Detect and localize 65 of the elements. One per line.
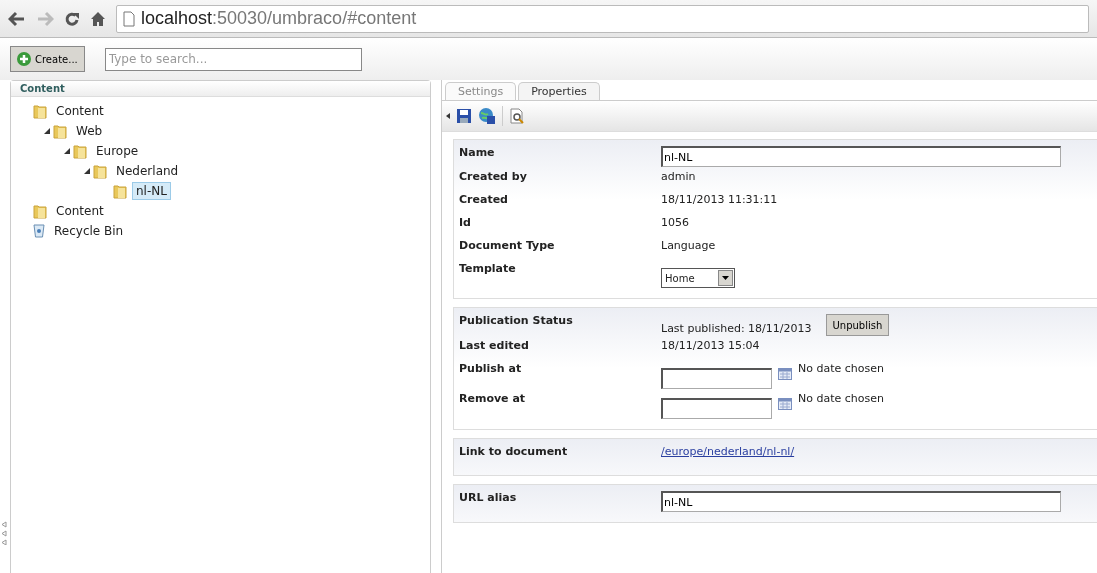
property-label: Created by (459, 170, 528, 185)
dropdown-arrow-icon (722, 276, 729, 280)
property-label: Document Type (459, 239, 556, 254)
home-icon[interactable] (90, 10, 106, 27)
expanded-arrow-icon[interactable] (64, 148, 70, 154)
property-label: Publish at (459, 362, 523, 377)
calendar-icon[interactable] (778, 368, 792, 380)
tree-item[interactable]: Europe (92, 142, 143, 160)
text-field[interactable]: nl-NL (661, 491, 1061, 512)
tree-item[interactable]: Content (52, 102, 108, 120)
tree-item[interactable]: Web (72, 122, 107, 140)
property-value: 18/11/2013 15:04 (661, 339, 760, 354)
text-field[interactable]: nl-NL (661, 146, 1061, 167)
back-icon[interactable] (8, 10, 26, 27)
search-field[interactable]: Type to search... (104, 47, 362, 71)
resize-grip-icon[interactable] (1, 521, 7, 545)
url-host: localhost (141, 8, 213, 29)
tab[interactable]: Settings (445, 82, 517, 100)
folder-icon (93, 163, 107, 179)
property-value: Last published: 18/11/2013 (661, 321, 812, 335)
page-icon (123, 10, 135, 27)
tree-item[interactable]: nl-NL (132, 182, 171, 200)
property-value: 18/11/2013 11:31:11 (661, 193, 778, 208)
save-icon[interactable] (456, 108, 472, 124)
plus-icon (17, 52, 31, 66)
property-label: Publication Status (459, 314, 574, 329)
folder-icon (33, 203, 47, 219)
expanded-arrow-icon[interactable] (84, 168, 90, 174)
document-link[interactable]: /europe/nederland/nl-nl/ (661, 445, 795, 465)
date-status: No date chosen (798, 392, 884, 405)
property-label: Name (459, 146, 496, 161)
tree-item[interactable]: Content (52, 202, 108, 220)
folder-icon (53, 123, 67, 139)
date-field[interactable] (661, 368, 772, 389)
tree-item[interactable]: Recycle Bin (50, 222, 128, 240)
url-path: :50030/umbraco/#content (212, 8, 417, 29)
unpublish-button[interactable]: Unpublish (825, 314, 890, 336)
property-label: URL alias (459, 491, 518, 506)
save-and-publish-icon[interactable] (478, 107, 496, 125)
date-field[interactable] (661, 398, 772, 419)
property-value: Language (661, 239, 716, 254)
collapse-arrow-icon[interactable] (446, 113, 450, 119)
preview-icon[interactable] (509, 108, 525, 124)
tree-item[interactable]: Nederland (112, 162, 183, 180)
property-label: Created (459, 193, 509, 208)
property-value: 1056 (661, 216, 689, 231)
property-label: Last edited (459, 339, 530, 354)
reload-icon[interactable] (64, 10, 80, 27)
address-bar[interactable]: localhost:50030/umbraco/#content (116, 4, 1089, 33)
folder-icon (113, 183, 127, 199)
property-label: Remove at (459, 392, 527, 407)
create-button[interactable]: Create... (10, 46, 85, 72)
date-status: No date chosen (798, 362, 884, 375)
property-label: Link to document (459, 445, 569, 460)
property-value: admin (661, 170, 696, 185)
recycle-bin-icon (33, 224, 45, 238)
tab[interactable]: Properties (518, 82, 600, 100)
calendar-icon[interactable] (778, 398, 792, 410)
panel-title: Content (11, 81, 430, 97)
property-label: Template (459, 262, 517, 277)
template-dropdown[interactable]: Home (661, 268, 735, 288)
property-label: Id (459, 216, 472, 231)
expanded-arrow-icon[interactable] (44, 128, 50, 134)
folder-icon (73, 143, 87, 159)
folder-icon (33, 103, 47, 119)
